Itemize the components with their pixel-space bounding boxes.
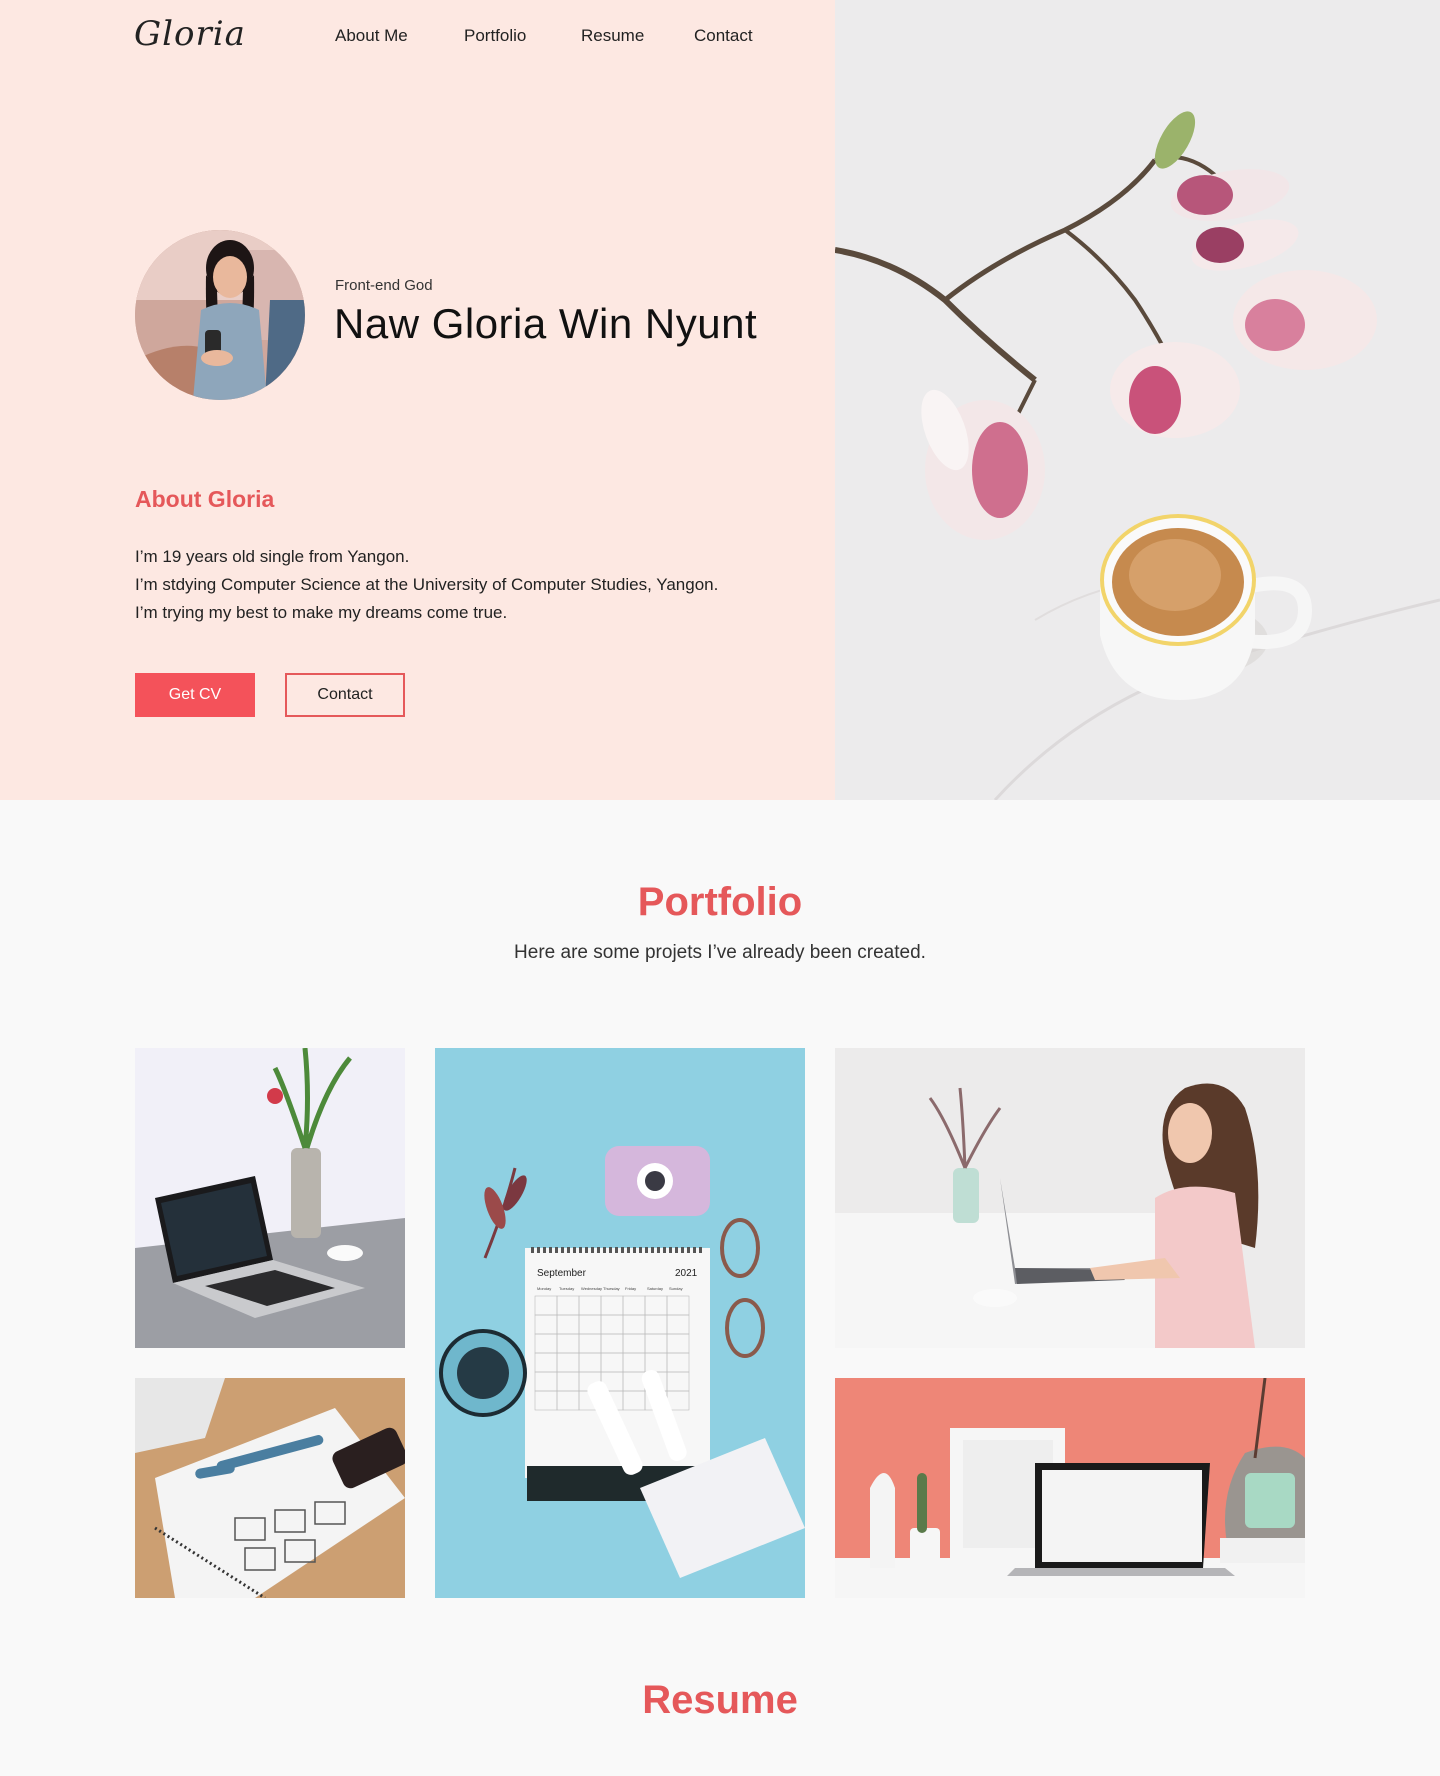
calendar-weekday: Tuesday [559,1286,574,1291]
portfolio-item-wireframe-sketch[interactable] [135,1378,405,1598]
about-line: I’m trying my best to make my dreams com… [135,603,508,622]
contact-button[interactable]: Contact [285,673,405,717]
woman-laptop-photo [835,1048,1305,1348]
calendar-weekday: Wednesday [581,1286,602,1291]
about-title: About Gloria [135,486,275,512]
hero-name: Naw Gloria Win Nyunt [334,300,758,347]
calendar-month: September [537,1268,587,1279]
hero-image [835,0,1440,800]
hero-section: Gloria About Me Portfolio Resume Contact [0,0,1440,800]
get-cv-button[interactable]: Get CV [135,673,255,717]
nav-contact[interactable]: Contact [694,26,753,46]
hero-role: Front-end God [335,277,433,294]
calendar-weekday: Thursday [603,1286,620,1291]
portfolio-title: Portfolio [637,880,803,924]
calendar-weekday: Monday [537,1286,551,1291]
about-text: I’m 19 years old single from Yangon. I’m… [135,543,718,627]
portfolio-item-laptop-desk[interactable] [835,1378,1305,1598]
portfolio-item-laptop-plant[interactable] [135,1048,405,1348]
profile-avatar [135,230,305,400]
about-line: I’m stdying Computer Science at the Univ… [135,575,719,594]
laptop-desk-photo [835,1378,1305,1598]
nav-resume[interactable]: Resume [581,26,644,46]
portfolio-subtitle: Here are some projets I’ve already been … [514,942,926,963]
calendar-desk-photo: September 2021 Monday Tuesday Wednesday Thu… [435,1048,805,1598]
portfolio-item-calendar[interactable]: September 2021 Monday Tuesday Wednesday Thu… [435,1048,805,1598]
nav-portfolio[interactable]: Portfolio [464,26,526,46]
portfolio-item-woman-laptop[interactable] [835,1048,1305,1348]
hero-panel: Gloria About Me Portfolio Resume Contact [0,0,835,800]
profile-photo [135,230,305,400]
resume-title: Resume [642,1678,798,1722]
calendar-weekday: Sunday [669,1286,683,1291]
about-line: I’m 19 years old single from Yangon. [135,547,410,566]
calendar-weekday: Friday [625,1286,636,1291]
magnolia-coffee-photo [835,0,1440,800]
logo[interactable]: Gloria [134,14,246,54]
calendar-year: 2021 [675,1268,698,1279]
laptop-plant-photo [135,1048,405,1348]
wireframe-sketch-photo [135,1378,405,1598]
nav-about-me[interactable]: About Me [335,26,408,46]
calendar-weekday: Saturday [647,1286,663,1291]
